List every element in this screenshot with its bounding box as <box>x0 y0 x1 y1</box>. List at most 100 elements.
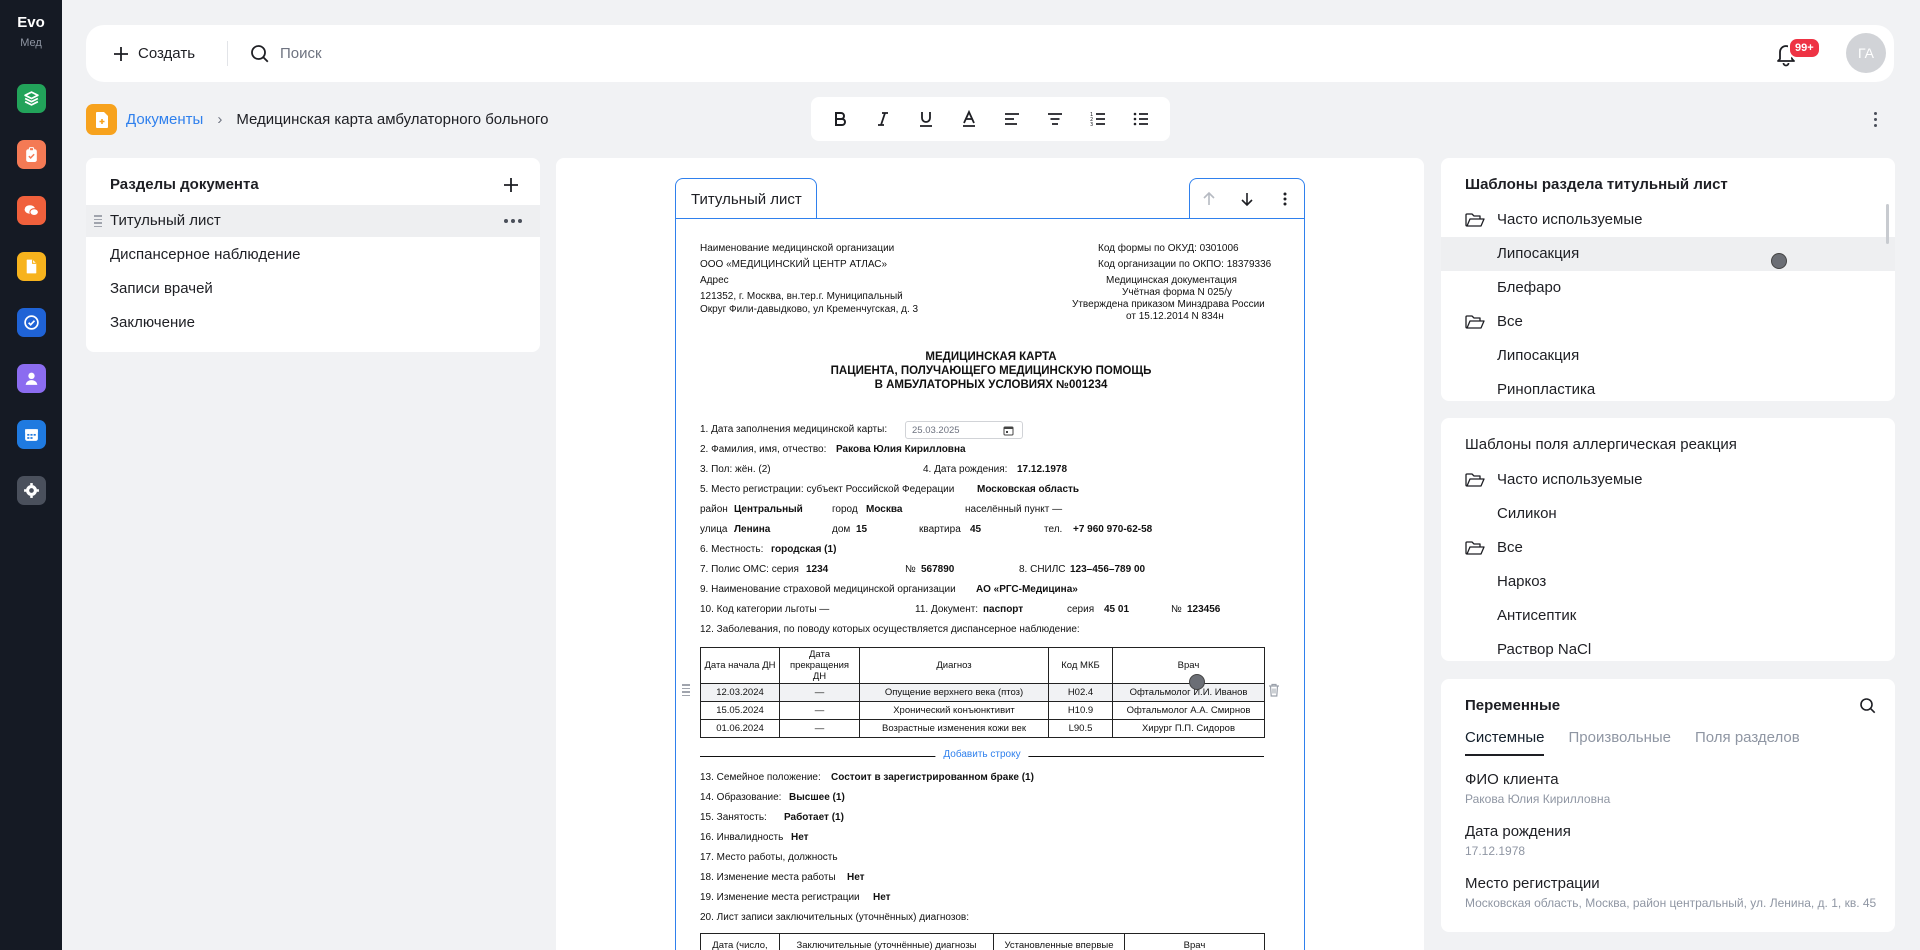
rail-chat-button[interactable] <box>17 196 46 225</box>
align-center-button[interactable] <box>1041 105 1069 133</box>
template-item[interactable]: Блефаро <box>1441 271 1895 305</box>
template-item[interactable]: Липосакция <box>1441 339 1895 373</box>
folder-all[interactable]: Все <box>1441 305 1895 339</box>
app-logo[interactable]: Evo Мед <box>0 14 62 49</box>
fill-date-input[interactable]: 25.03.2025 <box>905 421 1023 439</box>
bold-button[interactable] <box>826 105 854 133</box>
section-menu-button[interactable] <box>1270 184 1300 214</box>
table-cell[interactable]: H02.4 <box>1048 683 1113 702</box>
rail-settings-button[interactable] <box>17 476 46 505</box>
street-value[interactable]: Ленина <box>734 524 770 535</box>
move-down-button[interactable] <box>1232 184 1262 214</box>
variable-item[interactable]: ФИО клиента Ракова Юлия Кирилловна <box>1465 771 1885 806</box>
italic-button[interactable] <box>869 105 897 133</box>
field-15-value[interactable]: Работает (1) <box>784 812 844 823</box>
drag-handle-icon[interactable] <box>94 215 102 227</box>
more-horizontal-icon[interactable] <box>504 219 522 223</box>
field-14-value[interactable]: Высшее (1) <box>789 792 845 803</box>
table-row[interactable]: 12.03.2024 — Опущение верхнего века (пто… <box>700 683 1265 702</box>
search-icon[interactable] <box>1859 697 1877 715</box>
field-5-value[interactable]: Московская область <box>977 484 1079 495</box>
policy-number[interactable]: 567890 <box>921 564 954 575</box>
field-4-value[interactable]: 17.12.1978 <box>1017 464 1067 475</box>
field-10[interactable]: 10. Код категории льготы — <box>700 604 829 615</box>
document-type[interactable]: паспорт <box>983 604 1023 615</box>
field-13-value[interactable]: Состоит в зарегистрированном браке (1) <box>831 772 1034 783</box>
apartment-value[interactable]: 45 <box>970 524 981 535</box>
phone-value[interactable]: +7 960 970-62-58 <box>1073 524 1152 535</box>
district-value[interactable]: Центральный <box>734 504 803 515</box>
table-cell[interactable]: L90.5 <box>1048 719 1113 738</box>
template-item[interactable]: Антисептик <box>1441 599 1895 633</box>
section-item-doctor-notes[interactable]: Записи врачей <box>86 273 540 305</box>
locality-label[interactable]: населённый пункт — <box>965 504 1062 515</box>
template-item[interactable]: Наркоз <box>1441 565 1895 599</box>
create-button[interactable]: Создать <box>112 41 195 66</box>
scrollbar[interactable] <box>1886 204 1889 244</box>
numbered-list-button[interactable]: 123 <box>1084 105 1112 133</box>
field-2-value[interactable]: Ракова Юлия Кирилловна <box>836 444 966 455</box>
table-cell[interactable]: Опущение верхнего века (птоз) <box>859 683 1049 702</box>
field-19-value[interactable]: Нет <box>873 892 891 903</box>
document-number[interactable]: 123456 <box>1187 604 1220 615</box>
tab-section-fields[interactable]: Поля разделов <box>1695 729 1800 756</box>
table-cell[interactable]: 12.03.2024 <box>700 683 780 702</box>
rail-person-button[interactable] <box>17 364 46 393</box>
table-cell[interactable]: 15.05.2024 <box>700 701 780 720</box>
table-cell[interactable]: Офтальмолог А.А. Смирнов <box>1112 701 1265 720</box>
field-16-value[interactable]: Нет <box>791 832 809 843</box>
template-item[interactable]: Силикон <box>1441 497 1895 531</box>
document-series[interactable]: 45 01 <box>1104 604 1129 615</box>
rail-layers-button[interactable] <box>17 84 46 113</box>
field-6-value[interactable]: городская (1) <box>771 544 836 555</box>
rail-calendar-button[interactable] <box>17 420 46 449</box>
table-cell[interactable]: Хирург П.П. Сидоров <box>1112 719 1265 738</box>
section-item-conclusion[interactable]: Заключение <box>86 307 540 339</box>
table-row[interactable]: 15.05.2024 — Хронический конъюнктивит H1… <box>700 701 1265 720</box>
add-section-icon[interactable] <box>501 175 521 195</box>
folder-frequent[interactable]: Часто используемые <box>1441 463 1895 497</box>
template-item[interactable]: Ринопластика <box>1441 373 1895 401</box>
variable-item[interactable]: Дата рождения 17.12.1978 <box>1465 823 1885 858</box>
row-drag-handle-icon[interactable] <box>682 684 690 696</box>
align-left-button[interactable] <box>998 105 1026 133</box>
breadcrumb-documents-link[interactable]: Документы <box>126 111 203 128</box>
avatar[interactable]: ГА <box>1846 33 1886 73</box>
bulleted-list-button[interactable] <box>1127 105 1155 133</box>
variable-item[interactable]: Место регистрации Московская область, Мо… <box>1465 875 1885 910</box>
table-cell[interactable]: Хронический конъюнктивит <box>859 701 1049 720</box>
table-row[interactable]: 01.06.2024 — Возрастные изменения кожи в… <box>700 719 1265 738</box>
table-cell[interactable]: H10.9 <box>1048 701 1113 720</box>
section-tab[interactable]: Титульный лист <box>675 178 817 219</box>
template-item[interactable]: Раствор NaCl <box>1441 633 1895 661</box>
table-cell[interactable]: 01.06.2024 <box>700 719 780 738</box>
policy-series[interactable]: 1234 <box>806 564 828 575</box>
table-cell[interactable]: Офтальмолог И.И. Иванов <box>1112 683 1265 702</box>
move-up-button[interactable] <box>1194 184 1224 214</box>
underline-button[interactable] <box>912 105 940 133</box>
section-item-dispensary[interactable]: Диспансерное наблюдение <box>86 239 540 271</box>
city-value[interactable]: Москва <box>866 504 902 515</box>
house-value[interactable]: 15 <box>856 524 867 535</box>
field-3[interactable]: 3. Пол: жён. (2) <box>700 464 771 475</box>
section-item-title-page[interactable]: Титульный лист <box>86 205 540 237</box>
snils-value[interactable]: 123–456–789 00 <box>1070 564 1145 575</box>
table-cell[interactable]: — <box>779 683 860 702</box>
field-9-value[interactable]: АО «РГС-Медицина» <box>976 584 1078 595</box>
field-17[interactable]: 17. Место работы, должность <box>700 852 838 863</box>
field-18-value[interactable]: Нет <box>847 872 865 883</box>
template-item[interactable]: Липосакция <box>1441 237 1895 271</box>
trash-icon[interactable] <box>1266 682 1282 698</box>
text-color-button[interactable] <box>955 105 983 133</box>
table-cell[interactable]: — <box>779 719 860 738</box>
table-cell[interactable]: — <box>779 701 860 720</box>
search-input[interactable]: Поиск <box>250 41 322 66</box>
rail-tasks-button[interactable] <box>17 308 46 337</box>
rail-clipboard-button[interactable] <box>17 140 46 169</box>
folder-frequent[interactable]: Часто используемые <box>1441 203 1895 237</box>
rail-document-button[interactable] <box>17 252 46 281</box>
tab-system[interactable]: Системные <box>1465 729 1545 756</box>
folder-all[interactable]: Все <box>1441 531 1895 565</box>
table-cell[interactable]: Возрастные изменения кожи век <box>859 719 1049 738</box>
add-row-button[interactable]: Добавить строку <box>935 749 1029 760</box>
